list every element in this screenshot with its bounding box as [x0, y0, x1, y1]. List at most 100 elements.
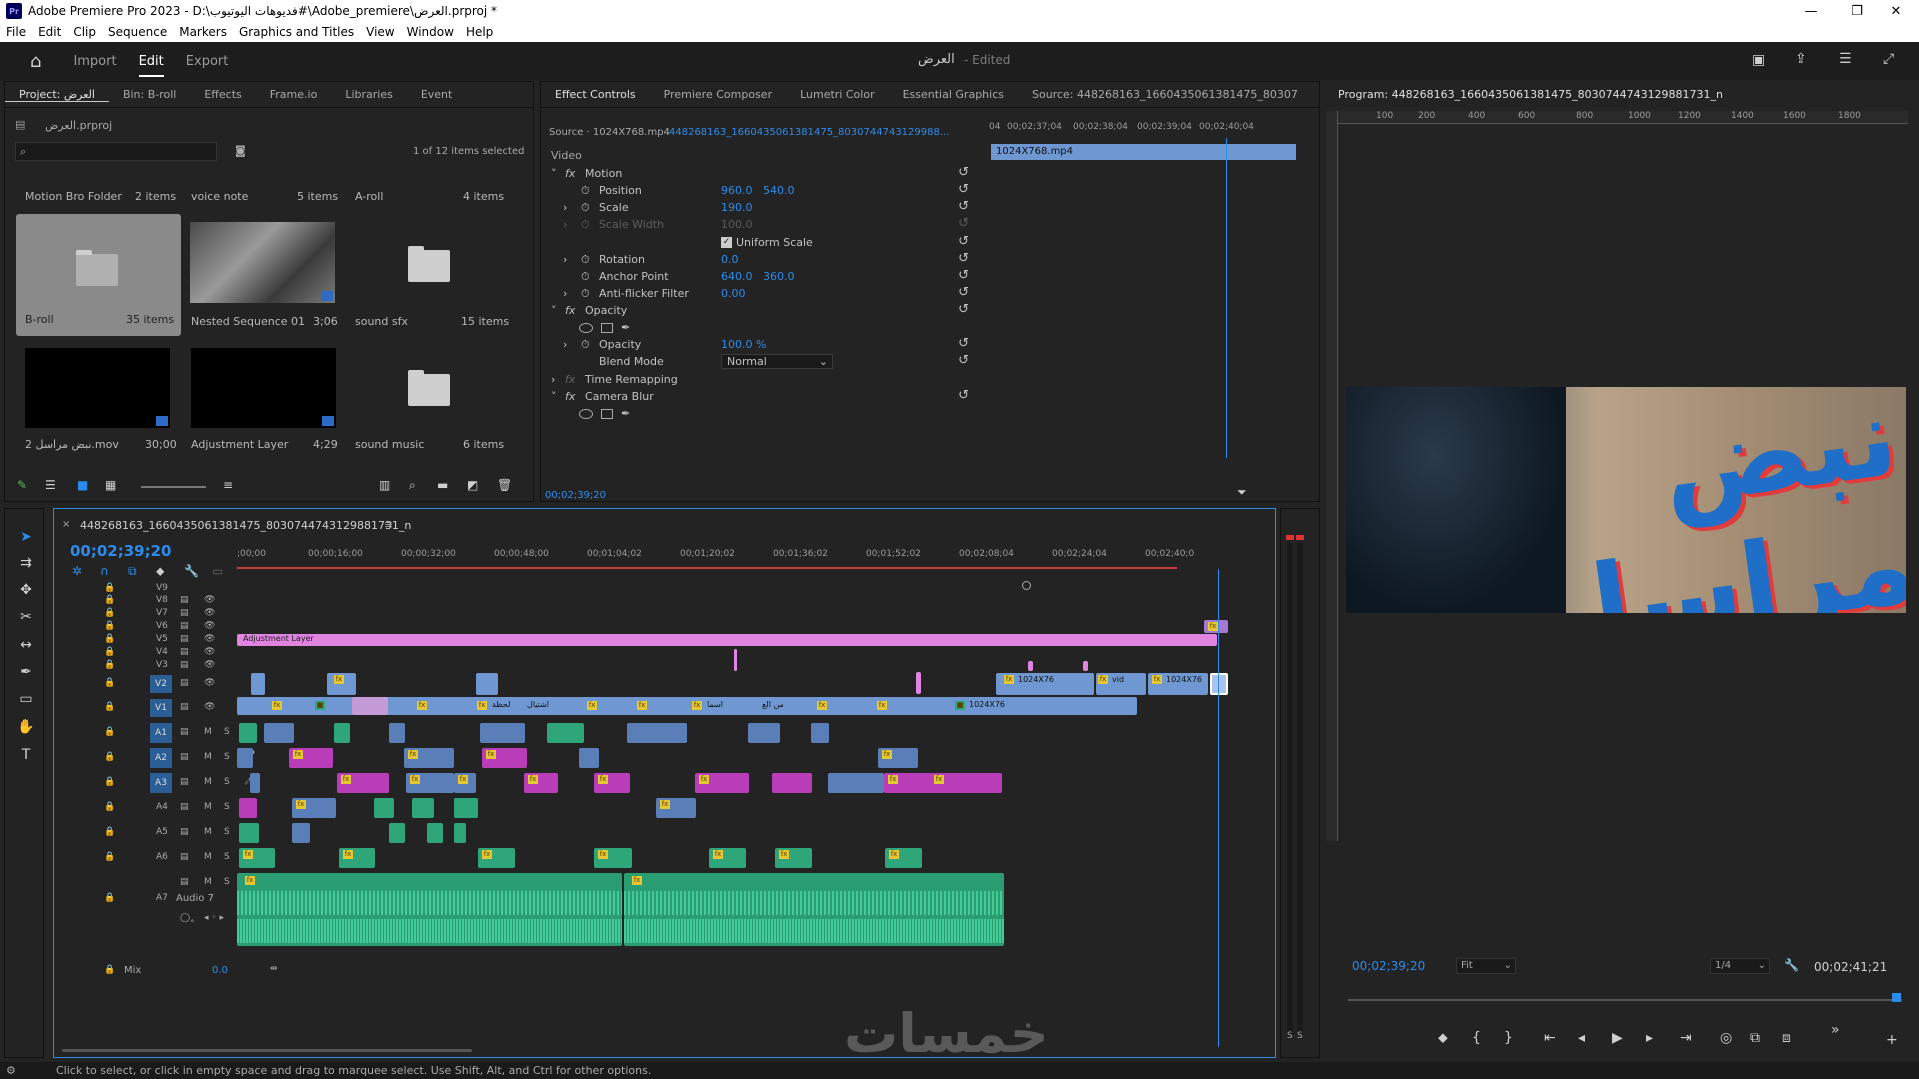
- a3-clip[interactable]: fx fx: [884, 773, 1002, 793]
- vertical-zoom-handle[interactable]: [1022, 581, 1031, 590]
- a2-clip[interactable]: fx: [878, 748, 918, 768]
- timeline-ruler[interactable]: ;00;00 00;00;16;00 00;00;32;00 00;00;48;…: [237, 545, 1237, 573]
- play-icon[interactable]: ▶: [1612, 1030, 1623, 1046]
- linked-selection-icon[interactable]: ⧉: [128, 564, 137, 579]
- a5-clip[interactable]: [427, 823, 443, 843]
- anchor-x-value[interactable]: 640.0: [721, 270, 753, 283]
- ellipse-mask-icon[interactable]: [579, 409, 593, 419]
- solo-right-label[interactable]: S: [1297, 1031, 1303, 1041]
- menu-icon[interactable]: ≡: [384, 518, 393, 531]
- close-icon[interactable]: ✕: [1873, 0, 1919, 22]
- reset-icon[interactable]: ↺: [958, 251, 969, 266]
- stopwatch-icon[interactable]: ⏱: [581, 184, 590, 198]
- program-timecode[interactable]: 00;02;39;20: [1352, 959, 1425, 973]
- export-frame-icon[interactable]: ◎: [1720, 1030, 1732, 1046]
- reset-icon[interactable]: ↺: [958, 165, 969, 180]
- a1-clip[interactable]: [748, 723, 780, 743]
- razor-tool-icon[interactable]: ✂: [15, 609, 37, 631]
- a4-clip[interactable]: [239, 798, 257, 818]
- a6-clip[interactable]: fx: [775, 848, 812, 868]
- quality-select[interactable]: 1/4 ⌄: [1710, 958, 1770, 974]
- a3-clip[interactable]: fx: [454, 773, 476, 793]
- a1-clip[interactable]: [264, 723, 294, 743]
- timeline-playhead[interactable]: [1218, 569, 1219, 1047]
- a4-clip[interactable]: [374, 798, 394, 818]
- reset-icon[interactable]: ↺: [958, 285, 969, 300]
- project-search-input[interactable]: ⌕: [15, 142, 217, 161]
- v6-clip[interactable]: fx: [1204, 620, 1228, 633]
- reset-icon[interactable]: ↺: [958, 336, 969, 351]
- tab-export[interactable]: Export: [186, 54, 229, 69]
- a4-clip[interactable]: [454, 798, 478, 818]
- a2-clip[interactable]: [579, 748, 599, 768]
- tab-import[interactable]: Import: [73, 54, 116, 69]
- menu-edit[interactable]: Edit: [32, 25, 67, 39]
- adjustment-layer-clip[interactable]: Adjustment Layer: [237, 634, 1217, 646]
- v2-clip[interactable]: fx: [327, 673, 356, 695]
- mark-out-icon[interactable]: }: [1504, 1030, 1513, 1046]
- lift-icon[interactable]: ⧉: [1750, 1030, 1760, 1046]
- a2-clip[interactable]: fx: [482, 748, 527, 768]
- share-icon[interactable]: ⇪: [1795, 51, 1807, 67]
- v2-clip-b[interactable]: fx vid: [1096, 673, 1146, 695]
- tab-effects[interactable]: Effects: [190, 88, 255, 101]
- tab-frameio[interactable]: Frame.io: [256, 88, 332, 101]
- reset-icon[interactable]: ↺: [958, 199, 969, 214]
- stopwatch-icon[interactable]: ⏱: [581, 287, 590, 301]
- program-playhead[interactable]: [1892, 993, 1901, 1002]
- folder-icon[interactable]: [408, 370, 450, 406]
- rotation-value[interactable]: 0.0: [721, 253, 739, 266]
- a3-clip[interactable]: fx: [695, 773, 749, 793]
- bin-broll-tile[interactable]: B-roll 35 items: [16, 214, 181, 336]
- a2-clip[interactable]: fx: [289, 748, 333, 768]
- v3-clip[interactable]: [1028, 661, 1033, 671]
- tab-event[interactable]: Event: [407, 88, 467, 101]
- sequence-tab[interactable]: 448268163_1660435061381475_8030744743129…: [80, 519, 411, 532]
- more-icon[interactable]: »: [1831, 1022, 1840, 1038]
- program-video-frame[interactable]: نبض مراسل: [1346, 387, 1906, 613]
- ellipse-mask-icon[interactable]: [579, 323, 593, 333]
- extract-icon[interactable]: ⧈: [1782, 1030, 1791, 1046]
- v2-clip[interactable]: [251, 673, 265, 695]
- menu-graphics[interactable]: Graphics and Titles: [233, 25, 360, 39]
- a6-clip[interactable]: fx: [239, 848, 275, 868]
- a2-clip[interactable]: [237, 748, 253, 768]
- menu-view[interactable]: View: [360, 25, 400, 39]
- tab-project[interactable]: Project: العرض: [5, 88, 109, 102]
- reset-icon[interactable]: ↺: [958, 234, 969, 249]
- menu-markers[interactable]: Markers: [173, 25, 233, 39]
- a6-clip[interactable]: fx: [339, 848, 375, 868]
- close-sequence-icon[interactable]: ×: [62, 519, 70, 530]
- a5-clip[interactable]: [239, 823, 259, 843]
- a5-clip[interactable]: [389, 823, 405, 843]
- adjustment-layer-thumbnail[interactable]: [191, 348, 336, 428]
- stopwatch-icon[interactable]: ⏱: [581, 253, 590, 267]
- mark-in-icon[interactable]: {: [1472, 1030, 1481, 1046]
- new-bin-icon[interactable]: ▬: [437, 478, 448, 492]
- a1-clip[interactable]: [389, 723, 405, 743]
- step-forward-icon[interactable]: ▸: [1646, 1030, 1653, 1046]
- selection-tool-icon[interactable]: ➤: [15, 529, 37, 551]
- v2-pink-clip[interactable]: [916, 672, 921, 694]
- menu-help[interactable]: Help: [460, 25, 499, 39]
- settings-wrench-icon[interactable]: 🔧: [184, 564, 199, 578]
- reset-icon[interactable]: ↺: [958, 353, 969, 368]
- v2-selected-clip[interactable]: [1210, 673, 1228, 695]
- pen-mask-icon[interactable]: ✒: [621, 321, 630, 334]
- go-to-in-icon[interactable]: ⇤: [1544, 1030, 1556, 1046]
- rectangle-mask-icon[interactable]: [601, 409, 613, 419]
- stopwatch-icon[interactable]: ⏱: [581, 338, 590, 352]
- zoom-slider[interactable]: [141, 486, 206, 488]
- a6-clip[interactable]: fx: [885, 848, 922, 868]
- track-select-tool-icon[interactable]: ⇉: [15, 555, 37, 577]
- a1-clip[interactable]: [811, 723, 829, 743]
- v3-clip[interactable]: [1083, 661, 1088, 671]
- minimize-icon[interactable]: —: [1788, 0, 1834, 22]
- filter-icon[interactable]: ⏷: [1237, 485, 1247, 500]
- go-to-out-icon[interactable]: ⇥: [1680, 1030, 1692, 1046]
- stopwatch-icon[interactable]: ⏱: [581, 201, 590, 215]
- a6-clip[interactable]: fx: [478, 848, 515, 868]
- tab-bin-broll[interactable]: Bin: B-roll: [109, 88, 190, 101]
- add-marker-icon[interactable]: ⬥: [156, 564, 164, 579]
- clip-indicator[interactable]: [1296, 535, 1304, 540]
